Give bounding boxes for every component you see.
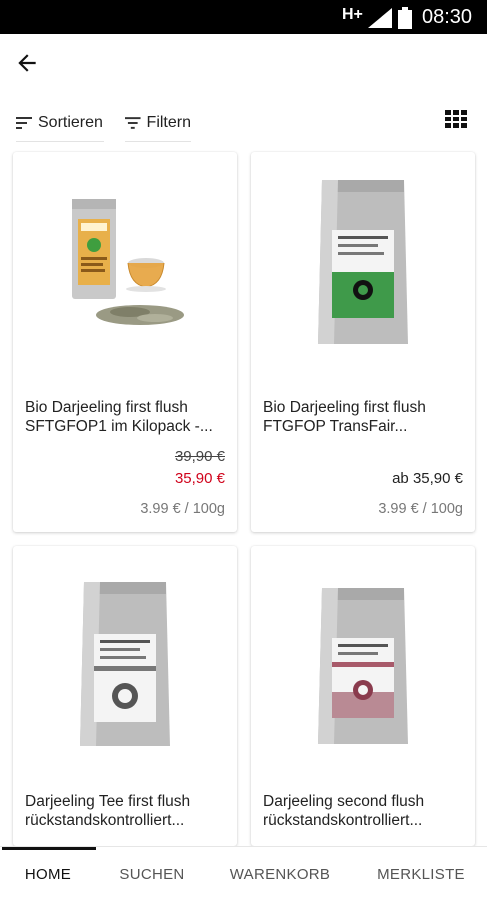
product-image	[13, 554, 237, 774]
old-price: 39,90 €	[174, 448, 225, 465]
nav-wishlist[interactable]: MERKLISTE	[366, 847, 476, 900]
nav-search[interactable]: SUCHEN	[104, 847, 200, 900]
back-button[interactable]	[14, 50, 40, 76]
product-image	[251, 152, 475, 372]
price: ab 35,90 €	[392, 470, 463, 487]
product-name: Bio Darjeeling first flush FTGFOP TransF…	[263, 399, 426, 435]
sort-icon	[16, 116, 32, 129]
sort-label: Sortieren	[38, 113, 103, 131]
product-card[interactable]: Bio Darjeeling first flush FTGFOP TransF…	[251, 152, 475, 532]
product-card[interactable]: Darjeeling Tee first flush rückstandskon…	[13, 546, 237, 846]
unit-price: 3.99 € / 100g	[378, 501, 463, 517]
clock: 08:30	[422, 6, 473, 28]
unit-price: 3.99 € / 100g	[140, 501, 225, 517]
status-bar: H+ 08:30	[0, 0, 487, 34]
product-image	[13, 152, 237, 372]
product-card[interactable]: Bio Darjeeling first flush SFTGFOP1 im K…	[13, 152, 237, 532]
grid-view-icon	[445, 110, 467, 128]
network-type: H+	[342, 6, 363, 23]
product-name: Bio Darjeeling first flush SFTGFOP1 im K…	[25, 399, 213, 435]
arrow-back-icon	[18, 54, 36, 72]
nav-cart[interactable]: WARENKORB	[218, 847, 342, 900]
bottom-navigation: HOME SUCHEN WARENKORB MERKLISTE	[0, 846, 487, 900]
product-image	[251, 554, 475, 774]
filter-label: Filtern	[146, 113, 191, 131]
product-name: Darjeeling second flush rückstandskontro…	[263, 793, 425, 829]
product-card[interactable]: Darjeeling second flush rückstandskontro…	[251, 546, 475, 846]
nav-home[interactable]: HOME	[0, 847, 96, 900]
filter-button[interactable]: Filtern	[125, 104, 191, 142]
sale-price: 35,90 €	[174, 470, 225, 487]
signal-icon	[368, 8, 392, 28]
grid-view-toggle[interactable]	[445, 110, 467, 128]
sort-button[interactable]: Sortieren	[16, 104, 104, 142]
product-name: Darjeeling Tee first flush rückstandskon…	[25, 793, 191, 829]
filter-icon	[125, 116, 141, 129]
battery-icon	[398, 7, 412, 29]
